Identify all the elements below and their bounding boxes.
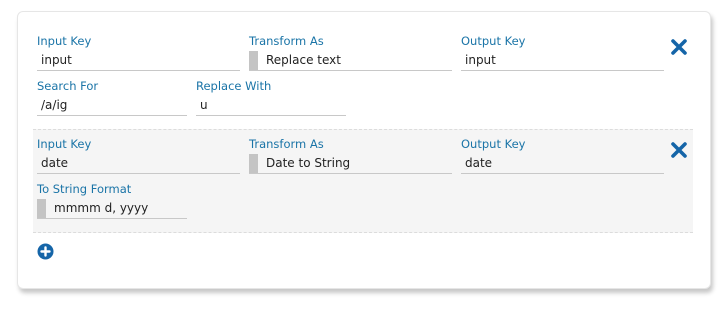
- close-icon: [671, 39, 687, 55]
- transform-as-field[interactable]: Transform As Date to String: [249, 137, 452, 174]
- output-key-field[interactable]: Output Key input: [461, 34, 664, 71]
- select-handle: [249, 51, 258, 70]
- to-string-format-field[interactable]: To String Format mmmm d, yyyy: [37, 182, 187, 219]
- replace-with-field[interactable]: Replace With u: [196, 79, 346, 116]
- transform-as-value: Date to String: [266, 156, 351, 170]
- search-for-field[interactable]: Search For /a/ig: [37, 79, 187, 116]
- input-key-label: Input Key: [37, 34, 92, 48]
- output-key-label: Output Key: [461, 137, 526, 151]
- search-for-input[interactable]: /a/ig: [37, 96, 187, 116]
- transform-as-select[interactable]: Replace text: [249, 51, 452, 71]
- output-key-label: Output Key: [461, 34, 526, 48]
- add-row-button[interactable]: [37, 243, 54, 260]
- transform-as-select[interactable]: Date to String: [249, 154, 452, 174]
- to-string-format-value: mmmm d, yyyy: [54, 201, 149, 215]
- transform-as-value: Replace text: [266, 53, 341, 67]
- to-string-format-input[interactable]: mmmm d, yyyy: [37, 199, 187, 219]
- remove-row-button[interactable]: [670, 141, 688, 159]
- output-key-input[interactable]: input: [461, 51, 664, 71]
- transform-as-field[interactable]: Transform As Replace text: [249, 34, 452, 71]
- transform-row: Input Key date Transform As Date to Stri…: [33, 129, 693, 233]
- transform-as-label: Transform As: [249, 137, 324, 151]
- output-key-input[interactable]: date: [461, 154, 664, 174]
- transform-card: Input Key input Transform As Replace tex…: [17, 11, 711, 289]
- input-key-field[interactable]: Input Key input: [37, 34, 240, 71]
- search-for-label: Search For: [37, 79, 99, 93]
- plus-circle-icon: [37, 243, 54, 260]
- input-key-label: Input Key: [37, 137, 92, 151]
- remove-row-button[interactable]: [670, 38, 688, 56]
- input-key-input[interactable]: input: [37, 51, 240, 71]
- transform-as-label: Transform As: [249, 34, 324, 48]
- to-string-format-label: To String Format: [37, 182, 132, 196]
- select-handle: [249, 154, 258, 173]
- input-key-field[interactable]: Input Key date: [37, 137, 240, 174]
- close-icon: [671, 142, 687, 158]
- replace-with-input[interactable]: u: [196, 96, 346, 116]
- output-key-field[interactable]: Output Key date: [461, 137, 664, 174]
- input-key-input[interactable]: date: [37, 154, 240, 174]
- transform-row: Input Key input Transform As Replace tex…: [33, 20, 693, 128]
- select-handle: [37, 199, 46, 218]
- replace-with-label: Replace With: [196, 79, 272, 93]
